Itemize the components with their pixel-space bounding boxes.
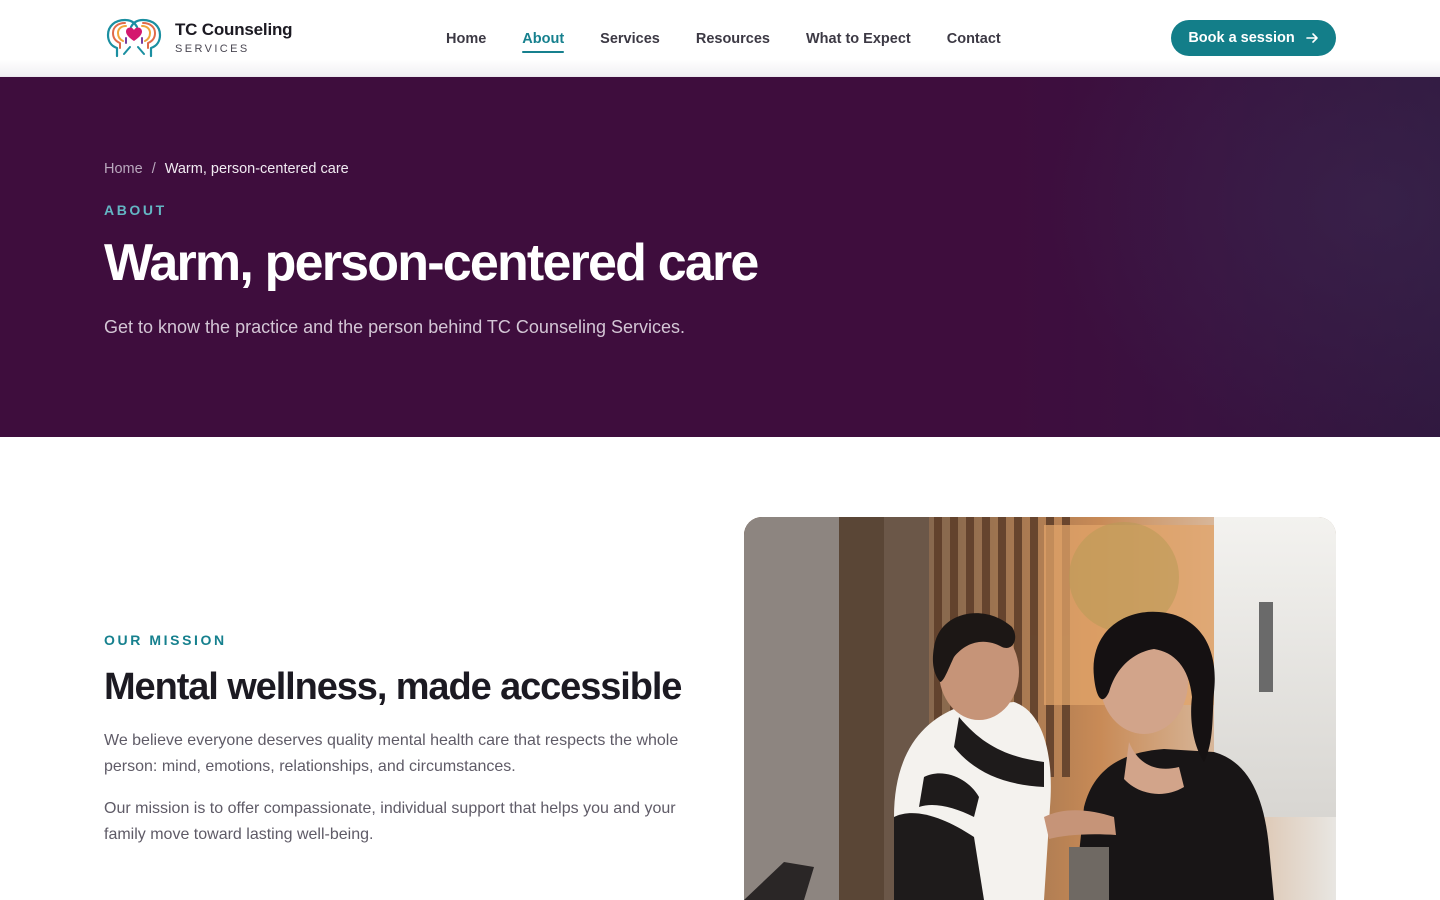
hero-subtitle: Get to know the practice and the person …: [104, 317, 686, 337]
breadcrumb-separator: /: [151, 161, 156, 177]
logo[interactable]: TC Counseling SERVICES: [104, 16, 293, 60]
nav-services[interactable]: Services: [600, 29, 660, 53]
site-header: TC Counseling SERVICES Home About Servic…: [0, 0, 1440, 77]
main-nav: Home About Services Resources What to Ex…: [446, 29, 1001, 53]
heart-in-heads-logo-icon: [106, 18, 162, 58]
page-title: Warm, person-centered care: [104, 234, 759, 292]
nav-about[interactable]: About: [522, 29, 564, 53]
breadcrumb-current: Warm, person-centered care: [164, 161, 349, 177]
breadcrumb: Home / Warm, person-centered care: [104, 161, 349, 177]
logo-name: TC Counseling: [175, 20, 293, 39]
nav-resources[interactable]: Resources: [696, 29, 770, 53]
book-session-label: Book a session: [1188, 30, 1295, 46]
nav-home[interactable]: Home: [446, 29, 486, 53]
mission-eyebrow: OUR MISSION: [104, 632, 227, 648]
logo-text: TC Counseling SERVICES: [175, 20, 293, 56]
logo-subtitle: SERVICES: [175, 43, 250, 55]
mission-title: Mental wellness, made accessible: [104, 666, 682, 708]
two-people-smiling-at-cafe-photo: [744, 517, 1336, 900]
hero-banner: Home / Warm, person-centered care ABOUT …: [0, 77, 1440, 437]
arrow-right-icon: [1305, 33, 1318, 43]
mission-paragraph-2: Our mission is to offer compassionate, i…: [104, 800, 676, 843]
nav-contact[interactable]: Contact: [947, 29, 1001, 53]
breadcrumb-home-link[interactable]: Home: [104, 161, 143, 177]
hero-background-glow: [1040, 77, 1440, 437]
book-session-button[interactable]: Book a session: [1171, 20, 1336, 56]
mission-paragraph-1: We believe everyone deserves quality men…: [104, 732, 679, 775]
hero-eyebrow: ABOUT: [104, 202, 167, 218]
nav-what-to-expect[interactable]: What to Expect: [806, 29, 911, 53]
